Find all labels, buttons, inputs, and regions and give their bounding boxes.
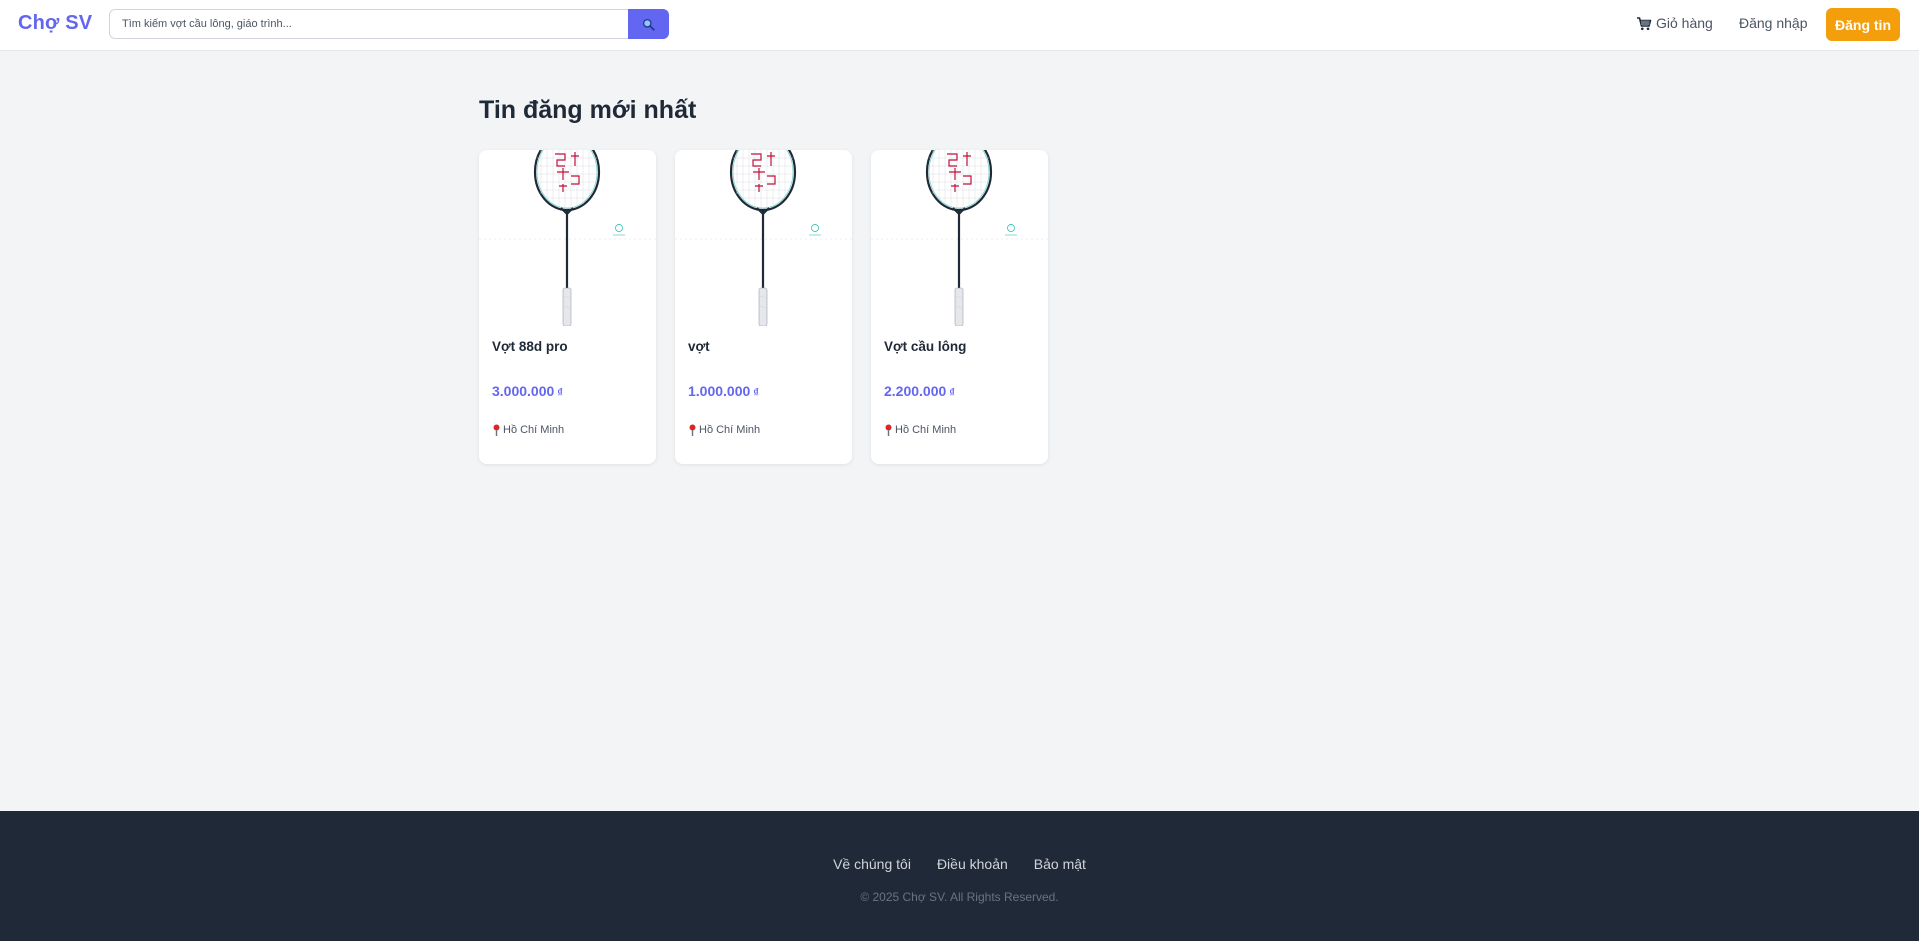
product-image — [479, 150, 656, 327]
product-location: Hồ Chí Minh — [884, 424, 956, 436]
product-title[interactable]: Vợt 88d pro — [492, 339, 568, 354]
product-price: 2.200.000 ₫ — [884, 383, 955, 399]
footer-link-privacy[interactable]: Bảo mật — [1034, 856, 1086, 872]
cart-link[interactable]: Giỏ hàng — [1636, 15, 1713, 31]
search-bar — [109, 9, 669, 39]
magnifier-icon — [642, 18, 655, 31]
footer-link-terms[interactable]: Điều khoản — [937, 856, 1008, 872]
product-card[interactable]: vợt 1.000.000 ₫ Hồ Chí Minh — [675, 150, 852, 464]
location-label: Hồ Chí Minh — [895, 424, 957, 436]
product-card[interactable]: Vợt 88d pro 3.000.000 ₫ Hồ Chí Minh — [479, 150, 656, 464]
product-price: 3.000.000 ₫ — [492, 383, 563, 399]
location-label: Hồ Chí Minh — [699, 424, 761, 436]
product-location: Hồ Chí Minh — [492, 424, 564, 436]
pin-icon — [493, 424, 500, 436]
login-link[interactable]: Đăng nhập — [1739, 15, 1808, 31]
product-image — [675, 150, 852, 327]
product-card[interactable]: Vợt cầu lông 2.200.000 ₫ Hồ Chí Minh — [871, 150, 1048, 464]
post-listing-button[interactable]: Đăng tin — [1826, 8, 1900, 41]
site-logo[interactable]: Chợ SV — [18, 12, 92, 35]
price-value: 2.200.000 — [884, 383, 947, 399]
price-value: 1.000.000 — [688, 383, 751, 399]
site-footer: Về chúng tôi Điều khoản Bảo mật © 2025 C… — [0, 811, 1919, 941]
footer-link-about[interactable]: Về chúng tôi — [833, 856, 911, 872]
currency-symbol: ₫ — [557, 387, 563, 399]
cart-label: Giỏ hàng — [1656, 15, 1713, 31]
pin-icon — [885, 424, 892, 436]
pin-icon — [689, 424, 696, 436]
currency-symbol: ₫ — [753, 387, 759, 399]
product-image — [871, 150, 1048, 327]
racket-image — [871, 150, 1048, 327]
currency-symbol: ₫ — [949, 387, 955, 399]
copyright-text: © 2025 Chợ SV. All Rights Reserved. — [860, 890, 1059, 904]
section-title: Tin đăng mới nhất — [479, 96, 697, 124]
racket-image — [675, 150, 852, 327]
location-label: Hồ Chí Minh — [503, 424, 565, 436]
footer-links: Về chúng tôi Điều khoản Bảo mật — [0, 856, 1919, 872]
top-navbar: Chợ SV Giỏ hàng Đăng nhập Đăng tin — [0, 0, 1919, 51]
price-value: 3.000.000 — [492, 383, 555, 399]
product-price: 1.000.000 ₫ — [688, 383, 759, 399]
search-input[interactable] — [109, 9, 629, 39]
product-location: Hồ Chí Minh — [688, 424, 760, 436]
racket-image — [479, 150, 656, 327]
product-title[interactable]: Vợt cầu lông — [884, 339, 966, 354]
search-button[interactable] — [628, 9, 669, 39]
product-title[interactable]: vợt — [688, 339, 710, 354]
cart-icon — [1637, 16, 1652, 30]
